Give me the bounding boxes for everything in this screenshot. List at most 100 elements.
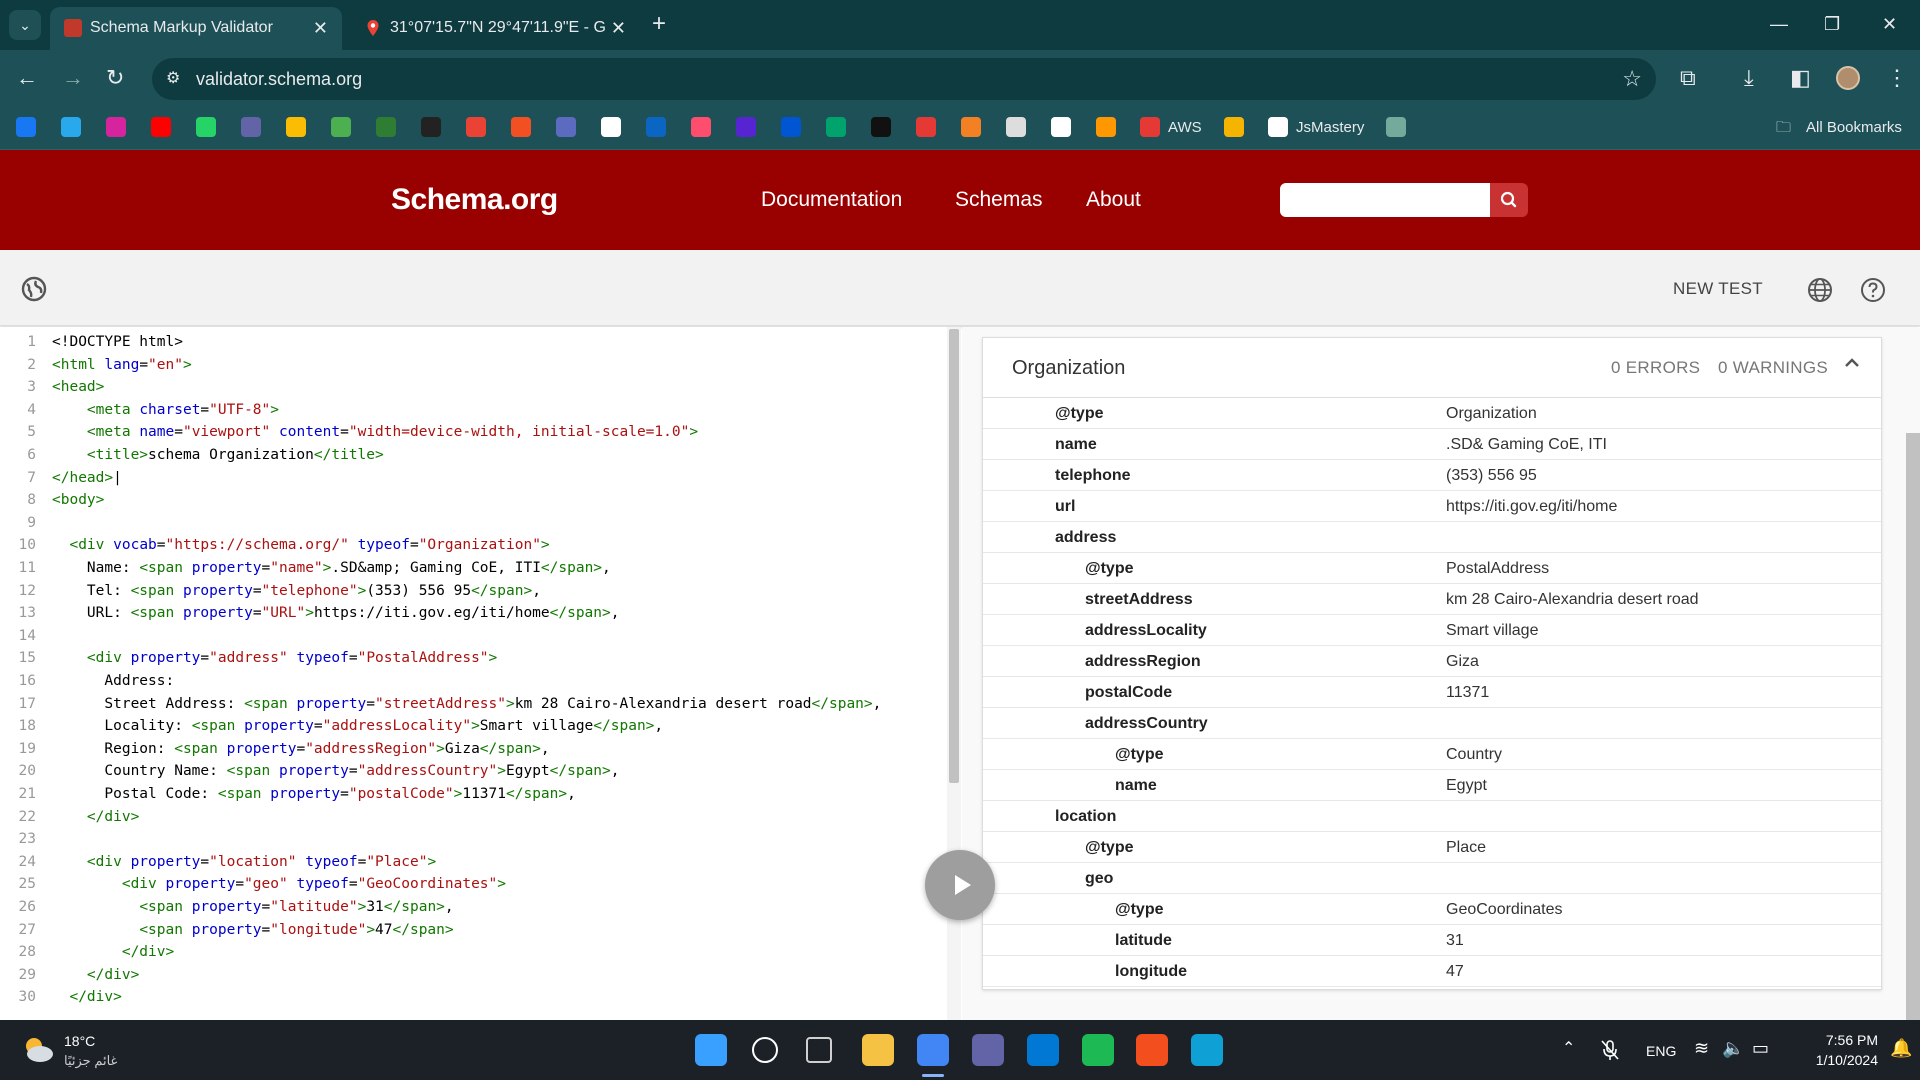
app-icon[interactable] bbox=[376, 117, 396, 137]
help-icon[interactable] bbox=[1860, 277, 1886, 303]
code-line[interactable]: 26 <span property="latitude">31</span>, bbox=[0, 896, 940, 919]
udemy-icon[interactable] bbox=[736, 117, 756, 137]
drive-icon[interactable] bbox=[286, 117, 306, 137]
code-line[interactable]: 30 </div> bbox=[0, 986, 940, 1009]
nav-schemas[interactable]: Schemas bbox=[955, 186, 1043, 214]
code-line[interactable]: 15 <div property="address" typeof="Posta… bbox=[0, 647, 940, 670]
reload-icon[interactable]: ↻ bbox=[106, 64, 124, 92]
hackerrank-icon[interactable] bbox=[871, 117, 891, 137]
schema-logo[interactable]: Schema.org bbox=[391, 180, 558, 220]
github-icon[interactable] bbox=[1268, 117, 1288, 137]
stack-icon[interactable] bbox=[961, 117, 981, 137]
task-view-icon[interactable] bbox=[806, 1037, 832, 1063]
globe-icon[interactable] bbox=[21, 276, 47, 302]
file-explorer-icon[interactable] bbox=[862, 1034, 894, 1066]
volume-icon[interactable]: 🔈 bbox=[1722, 1039, 1744, 1057]
result-card-header[interactable]: Organization 0 ERRORS 0 WARNINGS bbox=[983, 338, 1881, 398]
coursera-icon[interactable] bbox=[781, 117, 801, 137]
figma-icon[interactable] bbox=[1136, 1034, 1168, 1066]
s-icon[interactable] bbox=[421, 117, 441, 137]
new-test-button[interactable]: NEW TEST bbox=[1673, 278, 1763, 300]
code-line[interactable]: 1 <!DOCTYPE html> bbox=[0, 331, 940, 354]
forward-arrow-icon[interactable]: → bbox=[62, 64, 84, 92]
mic-muted-icon[interactable] bbox=[1600, 1038, 1620, 1062]
code-line[interactable]: 29 </div> bbox=[0, 964, 940, 987]
code-line[interactable]: 16 Address: bbox=[0, 670, 940, 693]
tab-search-button[interactable]: ⌄ bbox=[9, 10, 41, 40]
menu-icon[interactable]: ⋮ bbox=[1886, 64, 1908, 92]
edge-icon[interactable] bbox=[1191, 1034, 1223, 1066]
side-panel-icon[interactable]: ◧ bbox=[1790, 64, 1811, 92]
run-test-button[interactable] bbox=[925, 850, 995, 920]
download-icon[interactable]: ⤓ bbox=[1744, 64, 1754, 92]
box-icon[interactable] bbox=[1224, 117, 1244, 137]
battery-icon[interactable]: ▭ bbox=[1752, 1039, 1769, 1057]
teams-icon[interactable] bbox=[972, 1034, 1004, 1066]
code-line[interactable]: 8 <body> bbox=[0, 489, 940, 512]
minimize-icon[interactable]: — bbox=[1770, 10, 1788, 38]
bookmark-label[interactable]: AWS bbox=[1168, 118, 1202, 138]
1h-icon[interactable] bbox=[916, 117, 936, 137]
profile-avatar[interactable] bbox=[1836, 66, 1860, 90]
code-line[interactable]: 22 </div> bbox=[0, 806, 940, 829]
gmail-icon[interactable] bbox=[466, 117, 486, 137]
vscode-icon[interactable] bbox=[1027, 1034, 1059, 1066]
site-info-icon[interactable]: ⚙ bbox=[166, 68, 188, 90]
code-line[interactable]: 2 <html lang="en"> bbox=[0, 354, 940, 377]
telegram-icon[interactable] bbox=[61, 117, 81, 137]
close-tab-icon[interactable]: ✕ bbox=[313, 17, 328, 39]
new-tab-button[interactable]: + bbox=[652, 10, 666, 38]
code-line[interactable]: 13 URL: <span property="URL">https://iti… bbox=[0, 602, 940, 625]
notification-bell-icon[interactable]: 🔔 bbox=[1890, 1039, 1912, 1057]
all-bookmarks-button[interactable]: All Bookmarks bbox=[1806, 118, 1902, 138]
code-line[interactable]: 23 bbox=[0, 828, 940, 851]
chevron-up-icon[interactable]: ⌃ bbox=[1562, 1040, 1575, 1058]
linkedin-icon[interactable] bbox=[646, 117, 666, 137]
windows-start-icon[interactable] bbox=[695, 1034, 727, 1066]
code-line[interactable]: 19 Region: <span property="addressRegion… bbox=[0, 738, 940, 761]
code-line[interactable]: 18 Locality: <span property="addressLoca… bbox=[0, 715, 940, 738]
address-bar[interactable]: ⚙ validator.schema.org ☆ bbox=[152, 58, 1656, 100]
w-icon[interactable] bbox=[826, 117, 846, 137]
tab-schema-validator[interactable]: Schema Markup Validator ✕ bbox=[50, 7, 342, 50]
code-line[interactable]: 17 Street Address: <span property="stree… bbox=[0, 693, 940, 716]
aws-icon[interactable] bbox=[1140, 117, 1160, 137]
torch-icon[interactable] bbox=[1096, 117, 1116, 137]
code-line[interactable]: 28 </div> bbox=[0, 941, 940, 964]
chrome-icon[interactable] bbox=[917, 1034, 949, 1066]
instagram-icon[interactable] bbox=[106, 117, 126, 137]
search-icon[interactable] bbox=[1006, 117, 1026, 137]
microsoft-icon[interactable] bbox=[511, 117, 531, 137]
restore-icon[interactable]: ❐ bbox=[1824, 10, 1840, 38]
close-tab-icon[interactable]: ✕ bbox=[611, 17, 626, 39]
clock-date[interactable]: 1/10/2024 bbox=[1796, 1051, 1878, 1069]
close-window-icon[interactable]: ✕ bbox=[1882, 10, 1897, 38]
code-line[interactable]: 25 <div property="geo" typeof="GeoCoordi… bbox=[0, 873, 940, 896]
site-search-input[interactable] bbox=[1280, 183, 1490, 217]
search-button[interactable] bbox=[1490, 183, 1528, 217]
code-line[interactable]: 7 </head>| bbox=[0, 467, 940, 490]
tab-google-maps[interactable]: 31°07'15.7"N 29°47'11.9"E - Go ✕ bbox=[350, 7, 640, 50]
download-icon[interactable] bbox=[331, 117, 351, 137]
bookmark-label[interactable]: JsMastery bbox=[1296, 118, 1364, 138]
code-line[interactable]: 24 <div property="location" typeof="Plac… bbox=[0, 851, 940, 874]
language-globe-icon[interactable] bbox=[1807, 277, 1833, 303]
code-line[interactable]: 6 <title>schema Organization</title> bbox=[0, 444, 940, 467]
code-line[interactable]: 4 <meta charset="UTF-8"> bbox=[0, 399, 940, 422]
teams-icon[interactable] bbox=[241, 117, 261, 137]
code-line[interactable]: 14 bbox=[0, 625, 940, 648]
facebook-icon[interactable] bbox=[16, 117, 36, 137]
chevron-up-icon[interactable] bbox=[1843, 354, 1861, 372]
back-arrow-icon[interactable]: ← bbox=[16, 64, 38, 92]
code-line[interactable]: 10 <div vocab="https://schema.org/" type… bbox=[0, 534, 940, 557]
code-line[interactable]: 27 <span property="longitude">47</span> bbox=[0, 919, 940, 942]
youtube-icon[interactable] bbox=[151, 117, 171, 137]
wifi-icon[interactable]: ≋ bbox=[1694, 1039, 1709, 1057]
clock-time[interactable]: 7:56 PM bbox=[1808, 1031, 1878, 1049]
nav-about[interactable]: About bbox=[1086, 186, 1141, 214]
bookmark-star-icon[interactable]: ☆ bbox=[1622, 66, 1642, 92]
weather-cloud-icon[interactable] bbox=[20, 1032, 56, 1068]
code-line[interactable]: 11 Name: <span property="name">.SD&amp; … bbox=[0, 557, 940, 580]
code-line[interactable]: 3 <head> bbox=[0, 376, 940, 399]
google-icon[interactable] bbox=[1051, 117, 1071, 137]
